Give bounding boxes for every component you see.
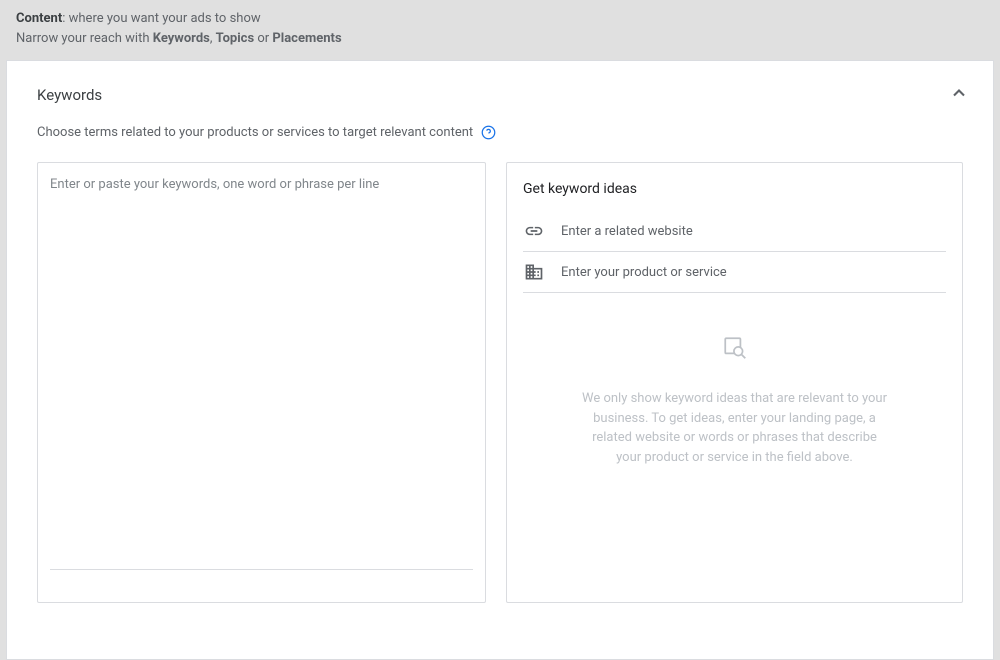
keywords-card: Keywords Choose terms related to your pr… [6,60,994,660]
search-empty-icon [722,335,748,365]
content-columns: Get keyword ideas [7,140,993,633]
empty-state: We only show keyword ideas that are rele… [523,293,946,467]
help-icon [481,125,496,140]
help-button[interactable] [481,125,496,140]
keywords-input-panel [37,162,486,603]
product-service-input[interactable] [561,265,946,280]
section-description: Choose terms related to your products or… [7,107,993,140]
link-icon [523,221,545,241]
content-header-banner: Content: where you want your ads to show… [0,0,1000,60]
collapse-button[interactable] [949,83,969,107]
topics-bold: Topics [216,31,255,46]
section-title: Keywords [37,86,102,104]
placements-bold: Placements [272,31,341,46]
keywords-textarea[interactable] [50,177,473,570]
keywords-bold: Keywords [153,31,210,46]
section-description-text: Choose terms related to your products or… [37,125,473,140]
keyword-ideas-title: Get keyword ideas [523,181,946,197]
content-header-rest: : where you want your ads to show [62,11,260,26]
related-website-input[interactable] [561,224,946,239]
empty-state-text: We only show keyword ideas that are rele… [580,389,890,467]
content-header-subtitle: Narrow your reach with Keywords, Topics … [16,30,984,48]
business-icon [523,262,545,282]
chevron-up-icon [949,83,969,103]
keyword-ideas-panel: Get keyword ideas [506,162,963,603]
related-website-row [523,211,946,252]
keywords-section-header: Keywords [7,61,993,107]
content-label: Content [16,11,62,26]
product-service-row [523,252,946,293]
content-header-title: Content: where you want your ads to show [16,10,984,28]
